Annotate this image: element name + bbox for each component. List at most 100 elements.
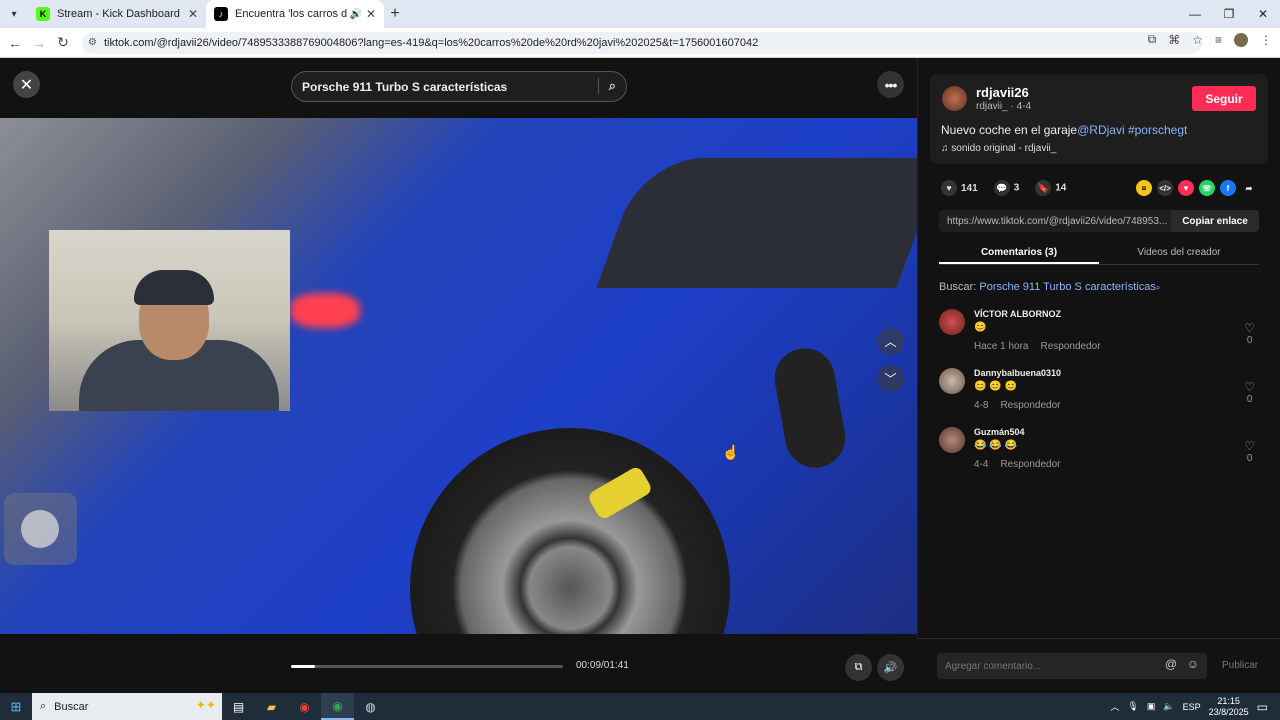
search-icon[interactable]: ⌕ bbox=[597, 78, 616, 94]
window-controls: — ❐ ✕ bbox=[1178, 0, 1280, 28]
task-view-icon[interactable]: ▤ bbox=[222, 693, 255, 720]
coin-icon[interactable]: ¤ bbox=[1136, 180, 1152, 196]
comment-button[interactable]: 💬 3 bbox=[993, 180, 1020, 196]
creator-avatar[interactable] bbox=[942, 86, 967, 111]
share-arrow-icon[interactable]: ➦ bbox=[1241, 180, 1257, 196]
forward-icon[interactable]: → bbox=[27, 35, 51, 51]
close-viewer-button[interactable]: ✕ bbox=[13, 71, 40, 98]
reply-link[interactable]: Respondedor bbox=[1000, 400, 1060, 411]
language-indicator[interactable]: ESP bbox=[1183, 702, 1201, 712]
microphone-icon[interactable]: 🎙 bbox=[1127, 701, 1138, 712]
reload-icon[interactable]: ↻ bbox=[51, 34, 75, 51]
embed-icon[interactable]: </> bbox=[1157, 180, 1173, 196]
reply-link[interactable]: Respondedor bbox=[1040, 341, 1100, 352]
commenter-name[interactable]: VÍCTOR ALBORNOZ bbox=[974, 309, 1061, 319]
floating-dot bbox=[21, 510, 59, 548]
next-video-button[interactable]: ﹀ bbox=[877, 365, 904, 392]
progress-fill bbox=[291, 665, 316, 668]
minimize-icon[interactable]: — bbox=[1178, 0, 1212, 28]
speaker-icon[interactable]: 🔊 bbox=[349, 9, 361, 20]
follow-button[interactable]: Seguir bbox=[1192, 86, 1256, 111]
copy-link-button[interactable]: Copiar enlace bbox=[1171, 210, 1259, 232]
comment-input[interactable] bbox=[945, 660, 1155, 672]
comment-text: 😂 😂 😂 bbox=[974, 440, 1017, 451]
comment-date: 4-8 bbox=[974, 400, 989, 411]
video-caption: Nuevo coche en el garaje@RDjavi #porsche… bbox=[941, 123, 1187, 137]
file-explorer-icon[interactable]: ▰ bbox=[255, 693, 288, 720]
commenter-avatar[interactable] bbox=[939, 368, 965, 394]
clock[interactable]: 21:15 23/8/2025 bbox=[1209, 696, 1249, 718]
comment-like[interactable]: ♡ 0 bbox=[1244, 380, 1255, 405]
tray-chevron-icon[interactable]: ︿ bbox=[1110, 700, 1119, 713]
back-icon[interactable]: ← bbox=[3, 35, 27, 51]
comment-meta: Hace 1 hora Respondedor bbox=[974, 341, 1113, 352]
like-button[interactable]: ♥ 141 bbox=[941, 180, 978, 196]
comment-like[interactable]: ♡ 0 bbox=[1244, 439, 1255, 464]
send-icon[interactable]: ▼ bbox=[1178, 180, 1194, 196]
car-taillight-shape bbox=[290, 293, 360, 328]
tab-creator-videos[interactable]: Videos del creador bbox=[1099, 240, 1259, 264]
tab-comments[interactable]: Comentarios (3) bbox=[939, 240, 1099, 264]
share-icons: ¤ </> ▼ ☏ f ➦ bbox=[1136, 180, 1257, 196]
creator-subline: rdjavii_ · 4-4 bbox=[976, 101, 1032, 112]
notification-icon[interactable]: ▭ bbox=[1257, 700, 1268, 714]
network-icon[interactable]: ▣ bbox=[1147, 701, 1156, 712]
close-window-icon[interactable]: ✕ bbox=[1246, 0, 1280, 28]
facebook-icon[interactable]: f bbox=[1220, 180, 1236, 196]
tab-search-icon[interactable]: ▾ bbox=[0, 0, 28, 28]
video-search-bar: ⌕ bbox=[291, 71, 627, 102]
comment-like[interactable]: ♡ 0 bbox=[1244, 321, 1255, 346]
sound-info[interactable]: ♫ sonido original - rdjavii_ bbox=[941, 143, 1056, 154]
creator-username[interactable]: rdjavii26 bbox=[976, 85, 1029, 100]
media-icon[interactable]: ≡ bbox=[1215, 33, 1222, 47]
floating-touch-button[interactable] bbox=[4, 493, 77, 565]
windows-taskbar: ⊞ ⌕ Buscar ✦✦ ▤ ▰ ◉ ◉ ◍ ︿ 🎙 ▣ 🔈 ESP 21:15 2… bbox=[0, 693, 1280, 720]
bookmark-star-icon[interactable]: ☆ bbox=[1192, 33, 1203, 47]
close-tab-icon[interactable]: ✕ bbox=[188, 7, 198, 21]
tab-kick-dashboard[interactable]: K Stream - Kick Dashboard ✕ bbox=[28, 0, 206, 28]
cast-icon[interactable]: ⧉ bbox=[1148, 32, 1157, 47]
previous-video-button[interactable]: ︿ bbox=[877, 328, 904, 355]
chrome-icon[interactable]: ◉ bbox=[288, 693, 321, 720]
save-button[interactable]: 🔖 14 bbox=[1035, 180, 1066, 196]
mention-icon[interactable]: @ bbox=[1165, 657, 1177, 671]
heart-outline-icon: ♡ bbox=[1244, 439, 1255, 453]
commenter-avatar[interactable] bbox=[939, 427, 965, 453]
volume-icon: 🔊 bbox=[883, 662, 898, 674]
volume-button[interactable]: 🔊 bbox=[877, 654, 904, 681]
search-input[interactable] bbox=[302, 79, 582, 94]
profile-avatar[interactable] bbox=[1234, 32, 1248, 47]
publish-button[interactable]: Publicar bbox=[1222, 660, 1258, 671]
related-search-link[interactable]: Porsche 911 Turbo S características bbox=[979, 281, 1156, 293]
url-field[interactable]: ⚙ tiktok.com/@rdjavii26/video/7489533388… bbox=[82, 32, 1202, 54]
translate-icon[interactable]: ⌘ bbox=[1168, 33, 1180, 47]
video-link: https://www.tiktok.com/@rdjavii26/video/… bbox=[947, 215, 1168, 227]
taskbar-search[interactable]: ⌕ Buscar ✦✦ bbox=[32, 693, 222, 720]
windows-start-icon[interactable]: ⊞ bbox=[0, 693, 32, 720]
close-tab-icon[interactable]: ✕ bbox=[366, 7, 376, 21]
emoji-icon[interactable]: ☺ bbox=[1187, 657, 1199, 671]
obs-icon[interactable]: ◍ bbox=[354, 693, 387, 720]
whatsapp-icon[interactable]: ☏ bbox=[1199, 180, 1215, 196]
chrome-profile-icon[interactable]: ◉ bbox=[321, 693, 354, 720]
sound-tray-icon[interactable]: 🔈 bbox=[1163, 701, 1174, 712]
progress-bar[interactable] bbox=[291, 665, 563, 668]
commenter-name[interactable]: Guzmán504 bbox=[974, 427, 1025, 437]
more-options-button[interactable]: ••• bbox=[877, 71, 904, 98]
pip-button[interactable]: ⧉ bbox=[845, 654, 872, 681]
tab-tiktok[interactable]: ♪ Encuentra 'los carros de rd 🔊 ✕ bbox=[206, 0, 384, 28]
new-tab-button[interactable]: + bbox=[384, 5, 406, 23]
music-note-icon: ♫ bbox=[941, 143, 952, 154]
comment-count: 3 bbox=[1013, 182, 1020, 194]
restore-icon[interactable]: ❐ bbox=[1212, 0, 1246, 28]
site-info-icon[interactable]: ⚙ bbox=[88, 37, 97, 48]
address-bar-row: ← → ↻ ⚙ tiktok.com/@rdjavii26/video/7489… bbox=[0, 28, 1280, 58]
menu-dots-icon[interactable]: ⋮ bbox=[1260, 33, 1272, 47]
commenter-name[interactable]: Dannybalbuena0310 bbox=[974, 368, 1061, 378]
browser-tab-bar: ▾ K Stream - Kick Dashboard ✕ ♪ Encuentr… bbox=[0, 0, 1280, 28]
clock-time: 21:15 bbox=[1217, 695, 1240, 706]
caption-tags[interactable]: @RDjavi #porschegt bbox=[1077, 123, 1187, 137]
car-wheel-shape bbox=[410, 428, 730, 634]
reply-link[interactable]: Respondedor bbox=[1000, 459, 1060, 470]
commenter-avatar[interactable] bbox=[939, 309, 965, 335]
